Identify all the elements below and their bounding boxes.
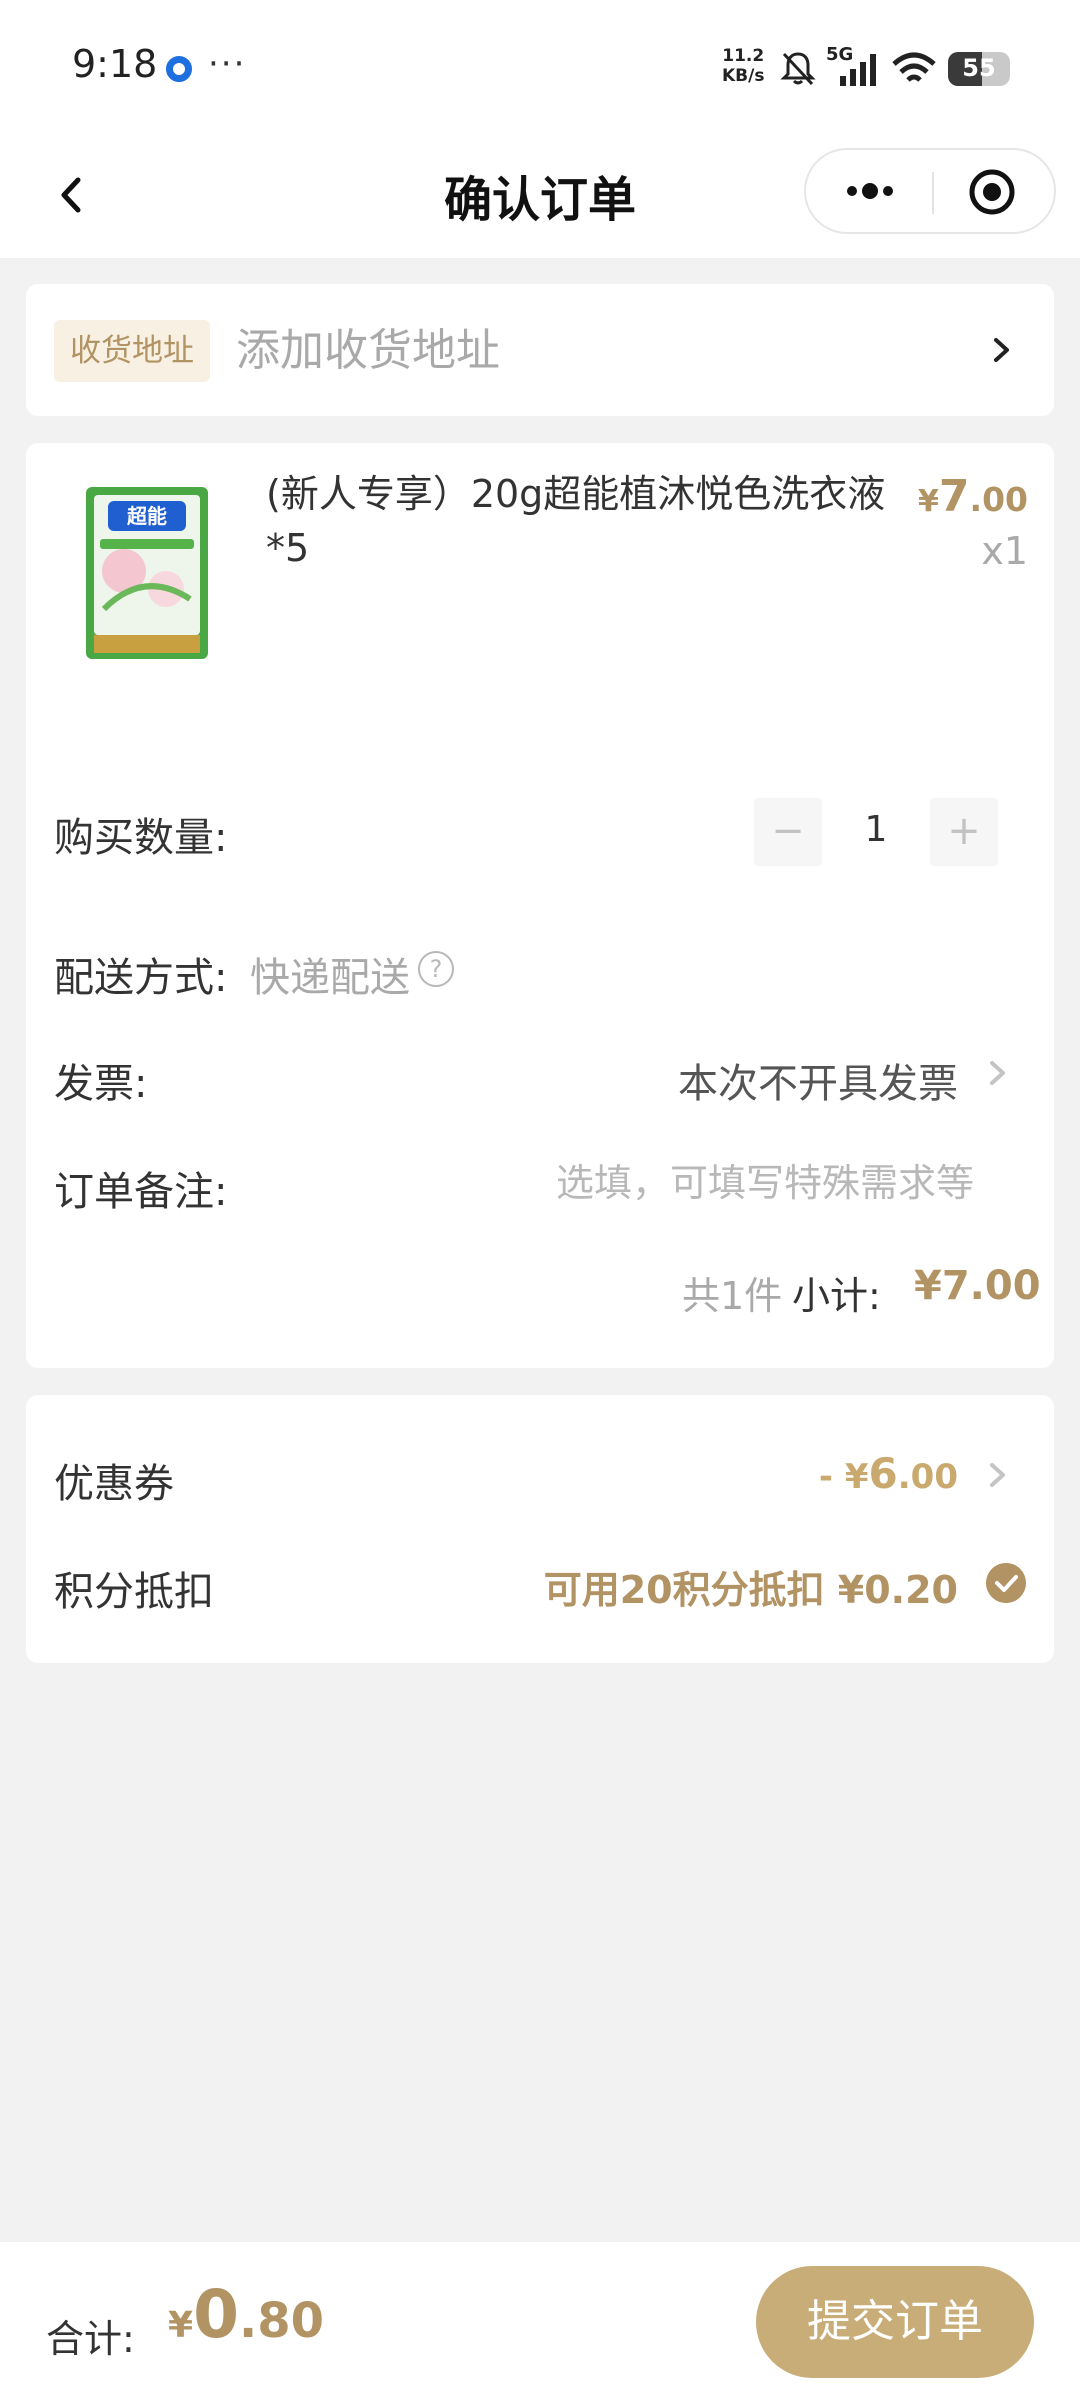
total-int: 0 — [193, 2276, 239, 2353]
more-dots-icon[interactable] — [840, 176, 900, 206]
address-card[interactable]: 收货地址 添加收货地址 — [26, 284, 1054, 416]
coupon-dec: .00 — [897, 1457, 958, 1497]
total-label: 合计: — [46, 2317, 135, 2361]
coupon-int: 6 — [868, 1449, 898, 1498]
mini-program-capsule — [804, 148, 1056, 234]
net-speed-value: 11.2 — [722, 46, 765, 66]
delivery-label: 配送方式: — [54, 955, 228, 1001]
order-card: 超能 (新人专享）20g超能植沐悦色洗衣液*5 ¥7.00 x1 购买数量: −… — [26, 443, 1054, 1368]
coupon-prefix: - ¥ — [818, 1457, 869, 1497]
item-count: 共1件 — [682, 1274, 783, 1318]
product-price-currency: ¥ — [918, 484, 939, 519]
capsule-divider — [932, 172, 934, 214]
product-image-brand: 超能 — [126, 504, 167, 528]
product-price-int: 7 — [938, 471, 970, 522]
product-price: ¥7.00 — [918, 471, 1028, 522]
status-time: 9:18 — [72, 42, 158, 86]
product-image[interactable]: 超能 — [74, 479, 220, 665]
checkmark-icon[interactable] — [986, 1563, 1026, 1603]
delivery-value: 快递配送 — [250, 955, 410, 1001]
add-address-placeholder[interactable]: 添加收货地址 — [236, 320, 500, 382]
product-price-dec: .00 — [969, 480, 1028, 519]
invoice-chevron-icon[interactable] — [984, 1053, 1012, 1093]
help-icon[interactable]: ? — [418, 951, 454, 987]
product-qty: x1 — [981, 529, 1028, 573]
battery-icon: 55 — [948, 52, 1010, 86]
remark-label: 订单备注: — [54, 1169, 228, 1215]
bell-muted-icon — [780, 52, 816, 86]
quantity-label: 购买数量: — [54, 815, 228, 861]
invoice-value[interactable]: 本次不开具发票 — [678, 1051, 958, 1109]
total-dec: .80 — [239, 2293, 325, 2349]
coupon-value[interactable]: - ¥6.00 — [819, 1449, 958, 1498]
coupon-label: 优惠券 — [54, 1461, 174, 1507]
bottom-bar: 合计: ¥0.80 提交订单 — [0, 2242, 1080, 2400]
total-amount: ¥0.80 — [168, 2276, 324, 2353]
invoice-label: 发票: — [54, 1061, 148, 1107]
coupon-chevron-icon[interactable] — [984, 1455, 1012, 1495]
submit-order-button[interactable]: 提交订单 — [756, 2266, 1034, 2378]
address-tag: 收货地址 — [54, 320, 210, 382]
net-speed-unit: KB/s — [722, 66, 765, 86]
status-more: ··· — [208, 44, 247, 84]
net-speed: 11.2 KB/s — [722, 46, 764, 86]
points-deduction-text: 可用20积分抵扣 ¥0.20 — [543, 1568, 958, 1612]
discount-card: 优惠券 - ¥6.00 积分抵扣 可用20积分抵扣 ¥0.20 — [26, 1395, 1054, 1663]
app-indicator-icon — [166, 56, 192, 82]
nav-bar: 确认订单 — [0, 130, 1080, 258]
status-bar: 9:18 ··· 11.2 KB/s 5G 55 — [0, 0, 1080, 130]
quantity-value[interactable]: 1 — [846, 809, 906, 850]
remark-input[interactable] — [526, 1155, 1006, 1211]
points-label: 积分抵扣 — [54, 1569, 214, 1615]
subtotal-value: ¥7.00 — [914, 1263, 1041, 1309]
target-icon[interactable] — [968, 168, 1016, 216]
signal-icon — [840, 54, 876, 86]
back-icon[interactable] — [52, 170, 92, 220]
total-currency: ¥ — [168, 2305, 194, 2346]
wifi-icon — [892, 52, 936, 82]
quantity-increment-button[interactable]: + — [930, 798, 998, 866]
subtotal-label: 小计: — [792, 1274, 881, 1318]
battery-level: 55 — [962, 54, 996, 82]
quantity-decrement-button[interactable]: − — [754, 798, 822, 866]
product-title: (新人专享）20g超能植沐悦色洗衣液*5 — [266, 472, 886, 570]
chevron-right-icon — [994, 338, 1009, 362]
